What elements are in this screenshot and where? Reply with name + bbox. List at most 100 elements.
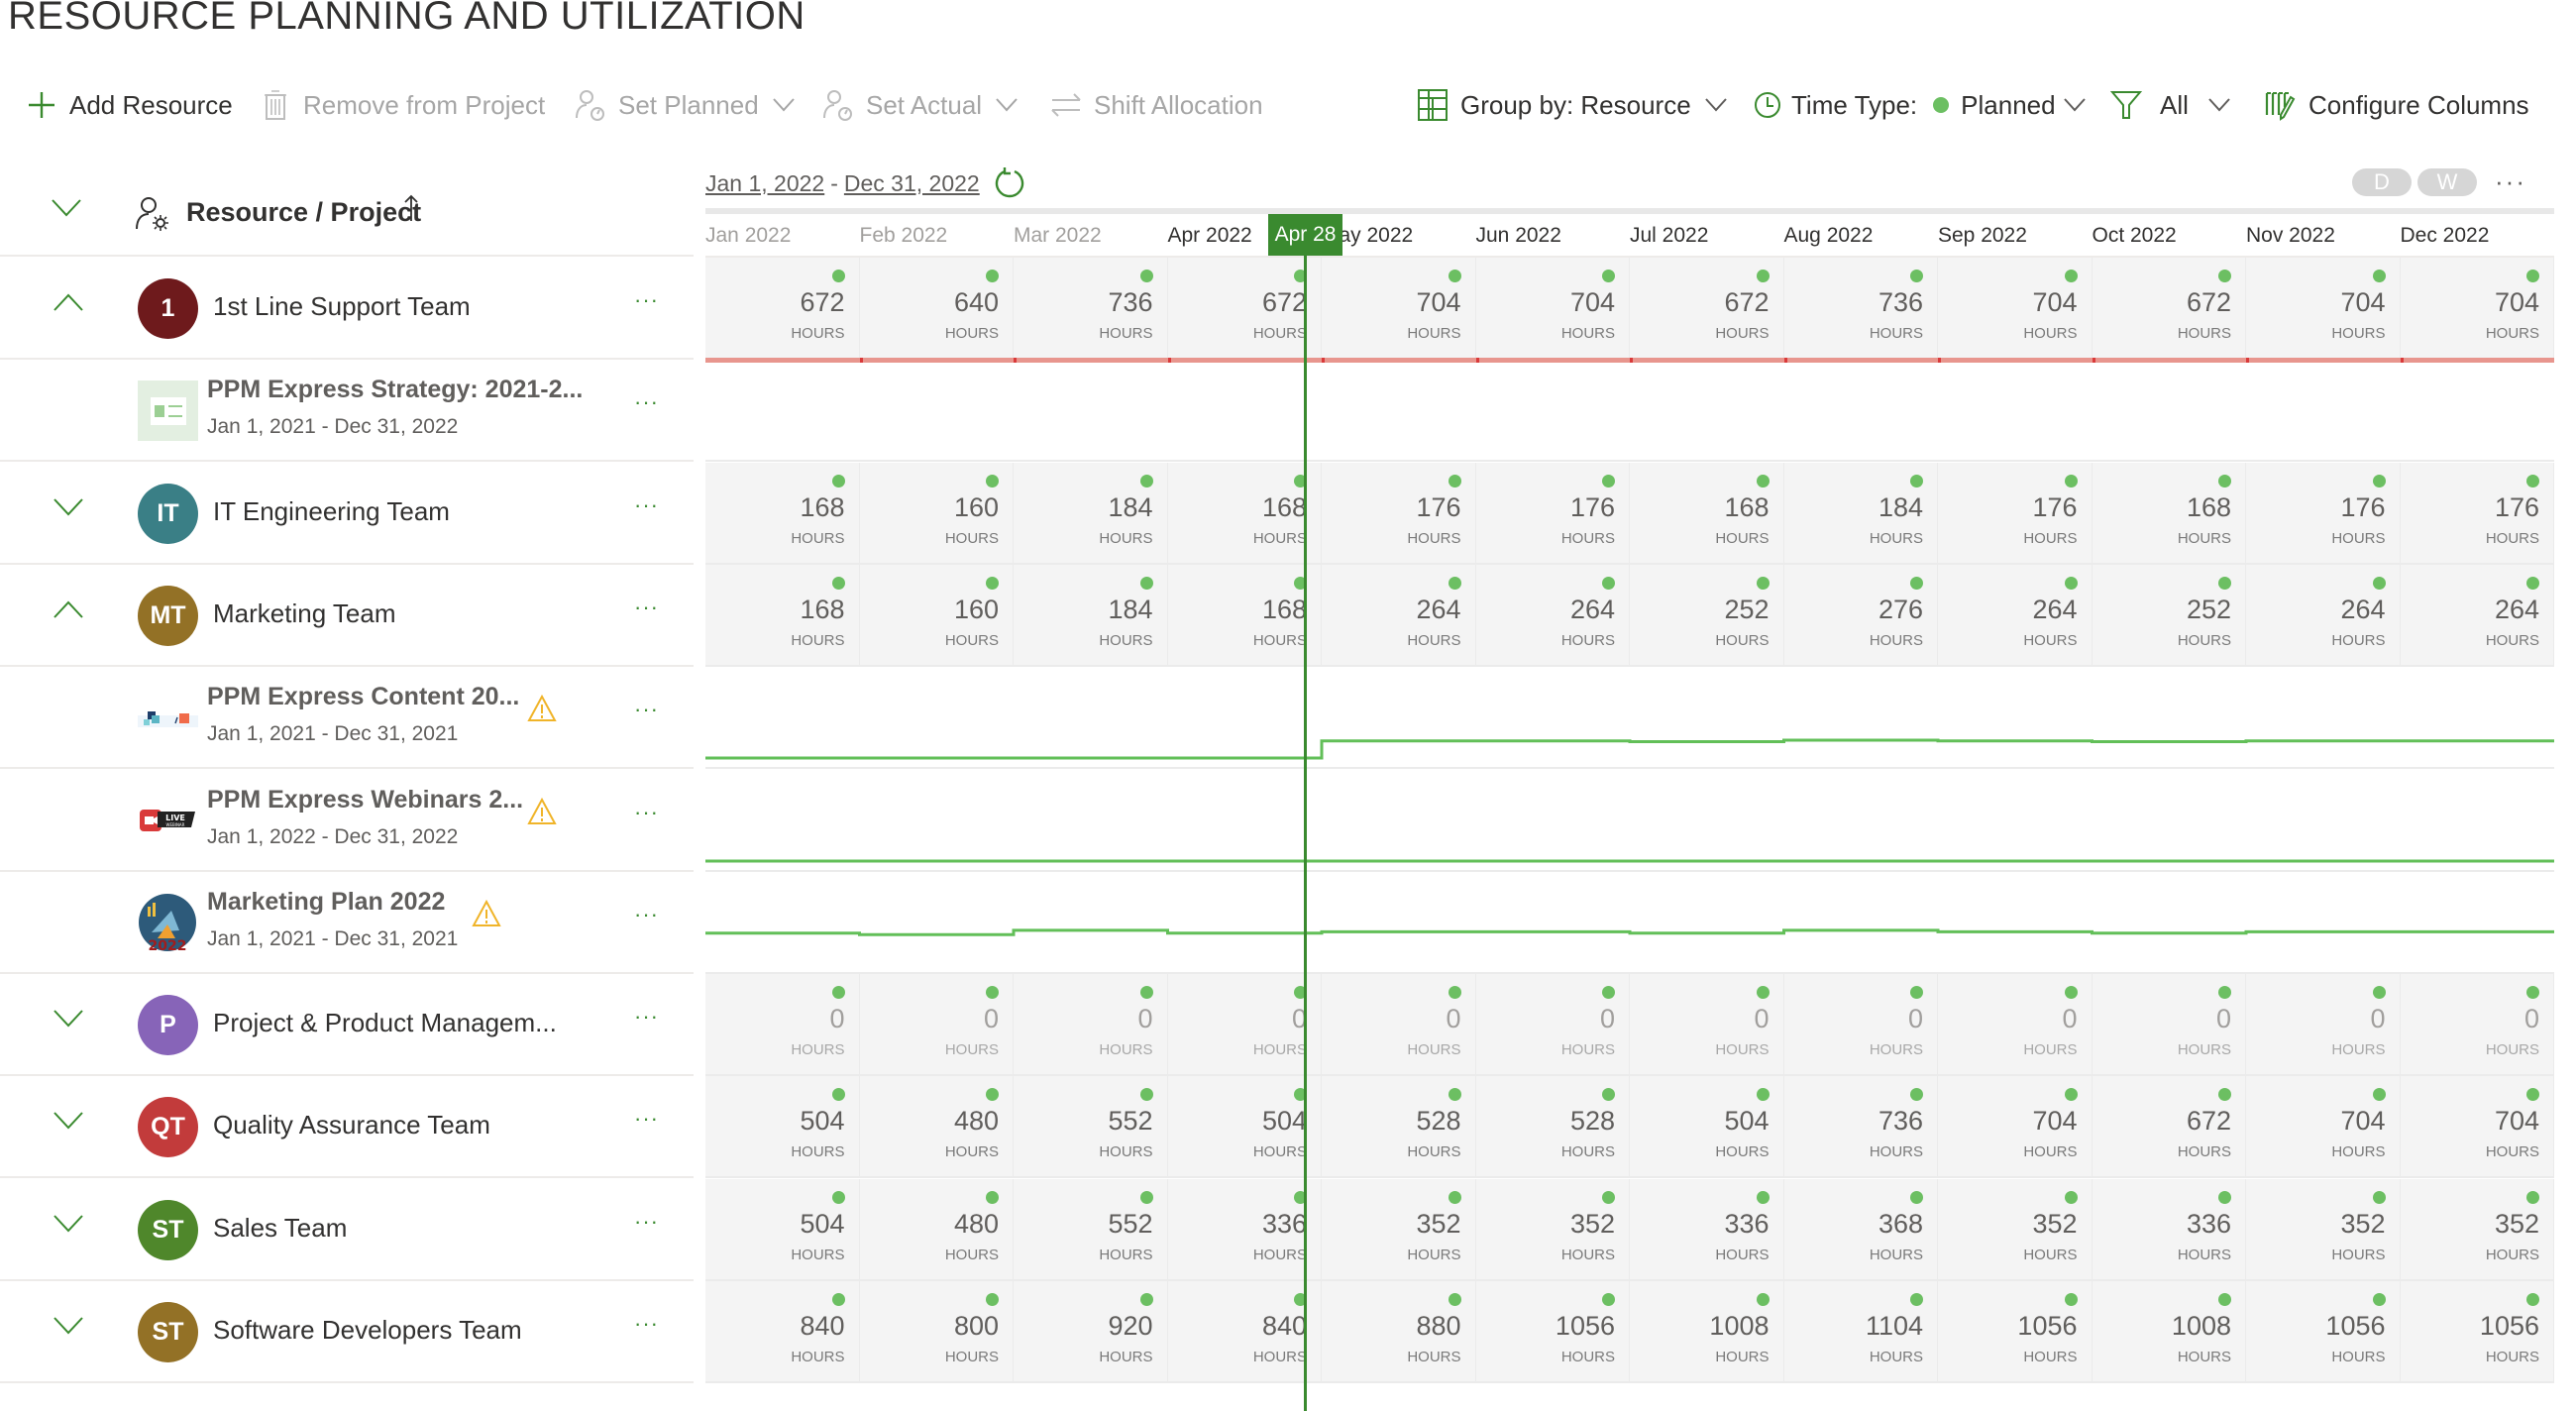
warning-icon[interactable] [527, 695, 557, 727]
allocation-cell[interactable]: 168 HOURS [1630, 462, 1784, 563]
collapse-toggle[interactable] [54, 600, 83, 623]
warning-icon[interactable] [472, 899, 501, 932]
allocation-cell[interactable]: 736 HOURS [1784, 1076, 1938, 1177]
allocation-cell[interactable]: 1056 HOURS [1476, 1281, 1630, 1381]
allocation-cell[interactable]: 880 HOURS [1322, 1281, 1476, 1381]
allocation-cell[interactable]: 840 HOURS [705, 1281, 860, 1381]
allocation-cell[interactable]: 0 HOURS [1322, 974, 1476, 1075]
allocation-cell[interactable]: 504 HOURS [1168, 1076, 1322, 1177]
allocation-cell[interactable]: 528 HOURS [1322, 1076, 1476, 1177]
allocation-cell[interactable]: 0 HOURS [1476, 974, 1630, 1075]
allocation-cell[interactable]: 704 HOURS [1476, 258, 1630, 358]
allocation-cell[interactable]: 704 HOURS [1938, 1076, 2093, 1177]
more-options-button[interactable]: ··· [2495, 166, 2526, 197]
row-more-button[interactable]: ··· [634, 1106, 659, 1132]
collapse-all-toggle[interactable] [52, 199, 81, 222]
expand-toggle[interactable] [54, 1010, 83, 1032]
allocation-cell[interactable]: 168 HOURS [705, 564, 860, 665]
allocation-cell[interactable]: 0 HOURS [1630, 974, 1784, 1075]
allocation-cell[interactable]: 640 HOURS [860, 258, 1014, 358]
allocation-cell[interactable]: 1056 HOURS [1938, 1281, 2093, 1381]
allocation-cell[interactable]: 504 HOURS [705, 1178, 860, 1279]
row-more-button[interactable]: ··· [634, 902, 659, 927]
allocation-cell[interactable]: 264 HOURS [2246, 564, 2401, 665]
allocation-cell[interactable]: 168 HOURS [1168, 564, 1322, 665]
refresh-icon[interactable] [994, 166, 1025, 200]
allocation-cell[interactable]: 176 HOURS [1938, 462, 2093, 563]
allocation-cell[interactable]: 552 HOURS [1014, 1178, 1168, 1279]
row-more-button[interactable]: ··· [634, 1311, 659, 1337]
set-actual-button[interactable]: Set Actual [820, 79, 1018, 131]
resource-name[interactable]: Sales Team [213, 1213, 347, 1244]
allocation-cell[interactable]: 276 HOURS [1784, 564, 1938, 665]
allocation-cell[interactable]: 264 HOURS [1938, 564, 2093, 665]
allocation-cell[interactable]: 252 HOURS [1630, 564, 1784, 665]
group-by-dropdown[interactable]: Group by: Resource [1415, 79, 1727, 131]
allocation-cell[interactable]: 1056 HOURS [2246, 1281, 2401, 1381]
row-more-button[interactable]: ··· [634, 697, 659, 722]
allocation-cell[interactable]: 704 HOURS [1322, 258, 1476, 358]
resource-name[interactable]: Marketing Team [213, 598, 396, 629]
resource-name[interactable]: IT Engineering Team [213, 496, 450, 527]
resource-name[interactable]: Quality Assurance Team [213, 1110, 490, 1140]
allocation-cell[interactable]: 264 HOURS [1476, 564, 1630, 665]
allocation-cell[interactable]: 168 HOURS [1168, 462, 1322, 563]
resource-name[interactable]: 1st Line Support Team [213, 291, 471, 322]
allocation-cell[interactable]: 920 HOURS [1014, 1281, 1168, 1381]
allocation-cell[interactable]: 176 HOURS [2246, 462, 2401, 563]
row-more-button[interactable]: ··· [634, 492, 659, 518]
set-planned-button[interactable]: Set Planned [573, 79, 795, 131]
row-more-button[interactable]: ··· [634, 287, 659, 313]
allocation-cell[interactable]: 1104 HOURS [1784, 1281, 1938, 1381]
allocation-cell[interactable]: 504 HOURS [1630, 1076, 1784, 1177]
expand-toggle[interactable] [54, 1215, 83, 1238]
shift-allocation-button[interactable]: Shift Allocation [1048, 79, 1263, 131]
project-name[interactable]: PPM Express Webinars 2... [207, 786, 523, 814]
allocation-cell[interactable]: 352 HOURS [2401, 1178, 2554, 1279]
allocation-cell[interactable]: 176 HOURS [1322, 462, 1476, 563]
allocation-cell[interactable]: 1008 HOURS [2093, 1281, 2246, 1381]
allocation-cell[interactable]: 352 HOURS [2246, 1178, 2401, 1279]
row-more-button[interactable]: ··· [634, 1004, 659, 1030]
allocation-cell[interactable]: 840 HOURS [1168, 1281, 1322, 1381]
allocation-cell[interactable]: 0 HOURS [1168, 974, 1322, 1075]
resource-name[interactable]: Project & Product Managem... [213, 1008, 557, 1038]
allocation-cell[interactable]: 184 HOURS [1014, 462, 1168, 563]
allocation-cell[interactable]: 168 HOURS [705, 462, 860, 563]
allocation-cell[interactable]: 704 HOURS [2401, 1076, 2554, 1177]
allocation-cell[interactable]: 0 HOURS [2401, 974, 2554, 1075]
allocation-cell[interactable]: 352 HOURS [1476, 1178, 1630, 1279]
row-more-button[interactable]: ··· [634, 1209, 659, 1235]
allocation-cell[interactable]: 672 HOURS [2093, 1076, 2246, 1177]
allocation-cell[interactable]: 672 HOURS [1168, 258, 1322, 358]
project-name[interactable]: PPM Express Strategy: 2021-2... [207, 376, 583, 404]
allocation-cell[interactable]: 0 HOURS [1784, 974, 1938, 1075]
allocation-cell[interactable]: 528 HOURS [1476, 1076, 1630, 1177]
allocation-cell[interactable]: 184 HOURS [1784, 462, 1938, 563]
row-more-button[interactable]: ··· [634, 595, 659, 620]
allocation-cell[interactable]: 176 HOURS [2401, 462, 2554, 563]
project-name[interactable]: Marketing Plan 2022 [207, 888, 445, 917]
sort-ascending-icon[interactable] [404, 193, 418, 228]
allocation-cell[interactable]: 168 HOURS [2093, 462, 2246, 563]
warning-icon[interactable] [527, 797, 557, 830]
allocation-cell[interactable]: 336 HOURS [2093, 1178, 2246, 1279]
allocation-cell[interactable]: 552 HOURS [1014, 1076, 1168, 1177]
resource-name[interactable]: Software Developers Team [213, 1315, 522, 1346]
day-scale-button[interactable]: D [2352, 168, 2412, 196]
allocation-cell[interactable]: 1056 HOURS [2401, 1281, 2554, 1381]
allocation-cell[interactable]: 672 HOURS [2093, 258, 2246, 358]
allocation-cell[interactable]: 672 HOURS [705, 258, 860, 358]
allocation-cell[interactable]: 368 HOURS [1784, 1178, 1938, 1279]
allocation-cell[interactable]: 264 HOURS [2401, 564, 2554, 665]
allocation-cell[interactable]: 160 HOURS [860, 462, 1014, 563]
allocation-cell[interactable]: 264 HOURS [1322, 564, 1476, 665]
filter-dropdown[interactable]: All [2108, 79, 2230, 131]
add-resource-button[interactable]: Add Resource [24, 79, 233, 131]
row-more-button[interactable]: ··· [634, 800, 659, 825]
allocation-cell[interactable]: 160 HOURS [860, 564, 1014, 665]
allocation-cell[interactable]: 252 HOURS [2093, 564, 2246, 665]
configure-columns-button[interactable]: Configure Columns [2263, 79, 2529, 131]
allocation-cell[interactable]: 736 HOURS [1784, 258, 1938, 358]
allocation-cell[interactable]: 480 HOURS [860, 1076, 1014, 1177]
